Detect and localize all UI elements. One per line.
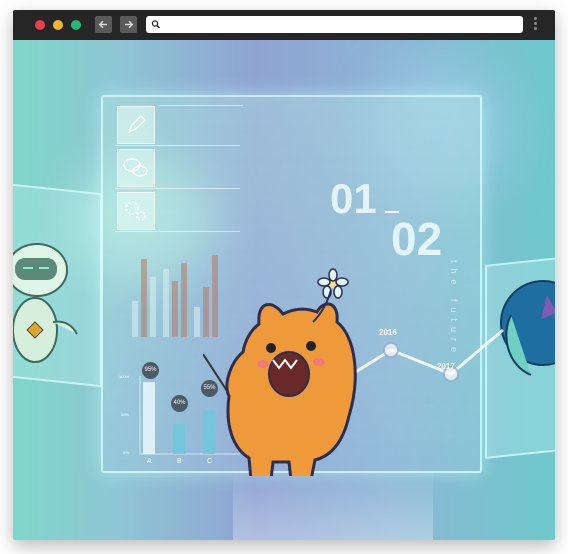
- search-icon: [151, 20, 161, 29]
- number-top: 01: [330, 175, 377, 222]
- y-tick-100: 100%: [119, 374, 130, 379]
- timeline-point-2016: [383, 342, 399, 358]
- x-label-a: A: [147, 458, 152, 465]
- light-streaks: [233, 470, 433, 540]
- maximize-window-button[interactable]: [71, 20, 81, 30]
- badge-a: 95%: [142, 362, 159, 379]
- address-bar[interactable]: [146, 16, 523, 33]
- gears-icon: [125, 201, 146, 221]
- minimize-window-button[interactable]: [53, 20, 63, 30]
- robot-mascot: [13, 243, 78, 363]
- bar-b: [173, 424, 185, 454]
- bar-a: [143, 382, 155, 454]
- chat-bubbles-icon: [123, 158, 148, 177]
- x-label-b: B: [177, 458, 182, 465]
- kebab-menu-icon[interactable]: [532, 17, 538, 33]
- y-tick-50: 50%: [121, 412, 130, 417]
- arrow-left-icon: [98, 20, 107, 29]
- vertical-caption: the future: [449, 260, 459, 359]
- url-input[interactable]: [162, 16, 517, 33]
- browser-window: 01 02 95% 40% 55% 100% 50% 0% A B C 2016…: [13, 10, 555, 540]
- forward-button[interactable]: [120, 16, 137, 33]
- badge-b: 40%: [171, 395, 188, 412]
- y-tick-0: 0%: [123, 450, 129, 455]
- gears-tile: [117, 192, 155, 230]
- monster-mascot: [203, 268, 357, 476]
- chat-tile: [117, 149, 155, 187]
- year-2017: 2017: [437, 362, 455, 371]
- close-window-button[interactable]: [35, 20, 45, 30]
- number-bottom: 02: [391, 213, 443, 265]
- back-button[interactable]: [95, 16, 112, 33]
- browser-toolbar: [13, 10, 555, 40]
- pencil-tile: [117, 106, 155, 144]
- pencil-icon: [127, 114, 147, 134]
- hero-illustration: 01 02 95% 40% 55% 100% 50% 0% A B C 2016…: [13, 40, 555, 540]
- arrow-right-icon: [125, 20, 134, 29]
